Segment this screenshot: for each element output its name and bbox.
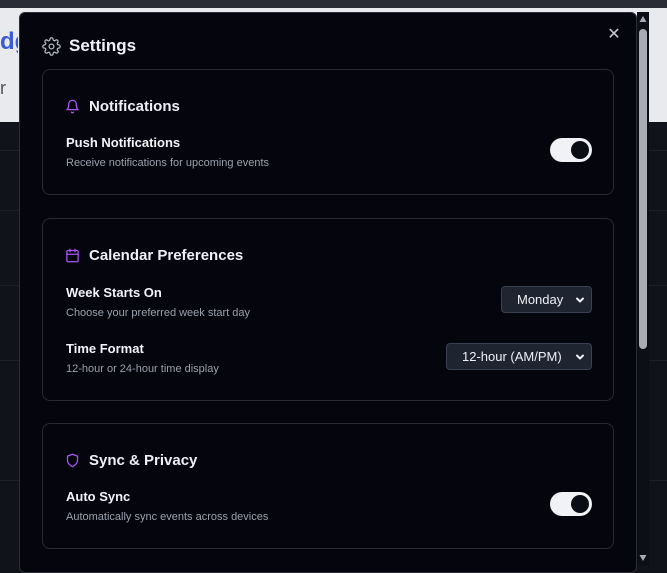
setting-description: 12-hour or 24-hour time display xyxy=(66,363,219,375)
scroll-down-arrow-icon[interactable] xyxy=(639,554,647,562)
scroll-up-arrow-icon[interactable] xyxy=(639,15,647,23)
shield-icon xyxy=(66,453,79,467)
section-title: Calendar Preferences xyxy=(89,246,244,264)
toggle-knob xyxy=(571,141,589,159)
chevron-down-icon xyxy=(576,297,584,302)
scroll-thumb[interactable] xyxy=(639,29,647,349)
select-value: Monday xyxy=(517,292,564,307)
week-start-setting: Week Starts On Choose your preferred wee… xyxy=(66,285,592,327)
bell-icon xyxy=(66,99,79,113)
setting-label: Time Format xyxy=(66,341,144,356)
toggle-knob xyxy=(571,495,589,513)
notifications-section: Notifications Push Notifications Receive… xyxy=(42,69,614,195)
setting-label: Auto Sync xyxy=(66,489,131,504)
modal-title: Settings xyxy=(69,36,137,55)
auto-sync-toggle[interactable] xyxy=(550,492,592,516)
time-format-setting: Time Format 12-hour or 24-hour time disp… xyxy=(66,341,592,383)
section-header: Sync & Privacy xyxy=(65,450,197,470)
calendar-icon xyxy=(66,248,79,262)
section-title: Notifications xyxy=(89,97,180,115)
modal-header: Settings xyxy=(42,35,136,57)
section-header: Calendar Preferences xyxy=(65,245,243,265)
week-start-select[interactable]: Monday xyxy=(501,286,592,313)
setting-label: Week Starts On xyxy=(66,285,162,300)
section-header: Notifications xyxy=(65,96,180,116)
gear-icon xyxy=(42,36,61,56)
background-title-fragment: dg xyxy=(0,28,18,55)
setting-description: Choose your preferred week start day xyxy=(66,307,251,319)
push-notifications-toggle[interactable] xyxy=(550,138,592,162)
chevron-down-icon xyxy=(576,354,584,359)
close-button[interactable]: ✕ xyxy=(606,27,622,43)
setting-label: Push Notifications xyxy=(66,135,181,150)
settings-modal: Settings ✕ Notifications Push Notificati… xyxy=(19,12,637,573)
select-value: 12-hour (AM/PM) xyxy=(462,349,562,364)
auto-sync-setting: Auto Sync Automatically sync events acro… xyxy=(66,489,592,531)
calendar-preferences-section: Calendar Preferences Week Starts On Choo… xyxy=(42,218,614,401)
time-format-select[interactable]: 12-hour (AM/PM) xyxy=(446,343,592,370)
section-title: Sync & Privacy xyxy=(89,451,198,469)
push-notifications-setting: Push Notifications Receive notifications… xyxy=(66,135,592,177)
background-subtitle-fragment: r 2 xyxy=(0,78,10,102)
setting-description: Receive notifications for upcoming event… xyxy=(66,157,269,169)
sync-privacy-section: Sync & Privacy Auto Sync Automatically s… xyxy=(42,423,614,549)
modal-scrollbar[interactable] xyxy=(637,12,649,566)
background-topbar xyxy=(0,0,667,8)
setting-description: Automatically sync events across devices xyxy=(66,511,269,523)
